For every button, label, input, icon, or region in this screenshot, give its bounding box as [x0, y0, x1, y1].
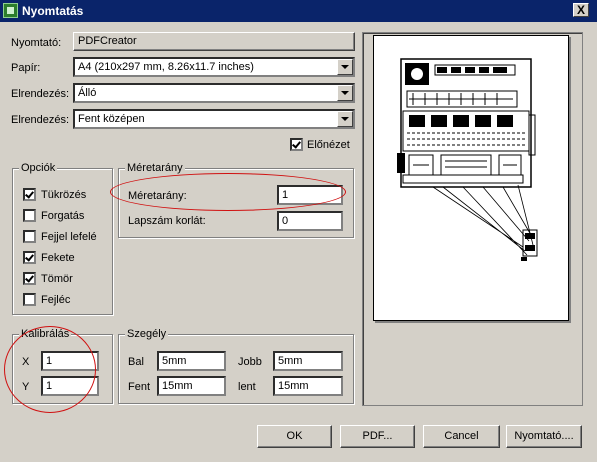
solid-checkbox[interactable]	[23, 272, 36, 285]
printer-button[interactable]: Nyomtató....	[506, 425, 582, 448]
mirror-label: Tükrözés	[41, 189, 87, 201]
preview-label: Előnézet	[307, 139, 350, 151]
paper-label: Papír:	[11, 62, 41, 74]
title-bar	[0, 0, 597, 22]
margin-left-input[interactable]: 5mm	[157, 351, 226, 371]
circuit-preview-image	[397, 58, 538, 261]
margin-bottom-input[interactable]: 15mm	[273, 376, 343, 396]
orientation-value: Álló	[78, 87, 97, 99]
rotate-label: Forgatás	[41, 210, 85, 222]
calibration-x-label: X	[22, 356, 30, 368]
margins-title: Szegély	[125, 328, 169, 340]
chevron-down-icon[interactable]	[337, 85, 353, 101]
calibration-x-input[interactable]: 1	[41, 351, 99, 371]
upside-down-checkbox[interactable]	[23, 230, 36, 243]
position-combo[interactable]: Fent középen	[73, 109, 355, 129]
layout-label: Elrendezés:	[11, 88, 70, 100]
black-checkbox[interactable]	[23, 251, 36, 264]
chevron-down-icon[interactable]	[337, 59, 353, 75]
printer-label: Nyomtató:	[11, 37, 62, 49]
chevron-down-icon[interactable]	[337, 111, 353, 127]
margin-top-input[interactable]: 15mm	[157, 376, 226, 396]
calibration-title: Kalibrálás	[19, 328, 72, 340]
calibration-y-input[interactable]: 1	[41, 376, 99, 396]
page-limit-input[interactable]: 0	[277, 211, 343, 231]
header-checkbox[interactable]	[23, 293, 36, 306]
orientation-combo[interactable]: Álló	[73, 83, 355, 103]
solid-label: Tömör	[41, 273, 73, 285]
margin-top-label: Fent	[128, 381, 151, 393]
page-limit-label: Lapszám korlát:	[128, 215, 206, 227]
printer-app-icon	[3, 3, 18, 18]
upside-down-label: Fejjel lefelé	[41, 231, 97, 243]
window-title: Nyomtatás	[22, 4, 84, 18]
pdf-button[interactable]: PDF...	[340, 425, 415, 448]
black-label: Fekete	[41, 252, 75, 264]
position-label: Elrendezés:	[11, 114, 70, 126]
margin-right-label: Jobb	[238, 356, 262, 368]
ok-button[interactable]: OK	[257, 425, 332, 448]
position-value: Fent középen	[78, 113, 145, 125]
scale-ratio-label: Méretarány:	[128, 190, 187, 202]
scale-ratio-input[interactable]: 1	[277, 185, 343, 205]
paper-value: A4 (210x297 mm, 8.26x11.7 inches)	[78, 61, 254, 73]
header-label: Fejléc	[41, 294, 71, 306]
margin-bottom-label: lent	[238, 381, 256, 393]
rotate-checkbox[interactable]	[23, 209, 36, 222]
margin-right-input[interactable]: 5mm	[273, 351, 343, 371]
scale-title: Méretarány	[125, 162, 185, 174]
mirror-checkbox[interactable]	[23, 188, 36, 201]
margin-left-label: Bal	[128, 356, 144, 368]
paper-combo[interactable]: A4 (210x297 mm, 8.26x11.7 inches)	[73, 57, 355, 77]
printer-select-button[interactable]: PDFCreator	[73, 32, 355, 51]
options-title: Opciók	[19, 162, 58, 174]
close-button[interactable]: X	[573, 3, 589, 17]
preview-checkbox[interactable]	[290, 138, 303, 151]
cancel-button[interactable]: Cancel	[423, 425, 500, 448]
calibration-y-label: Y	[22, 381, 30, 393]
